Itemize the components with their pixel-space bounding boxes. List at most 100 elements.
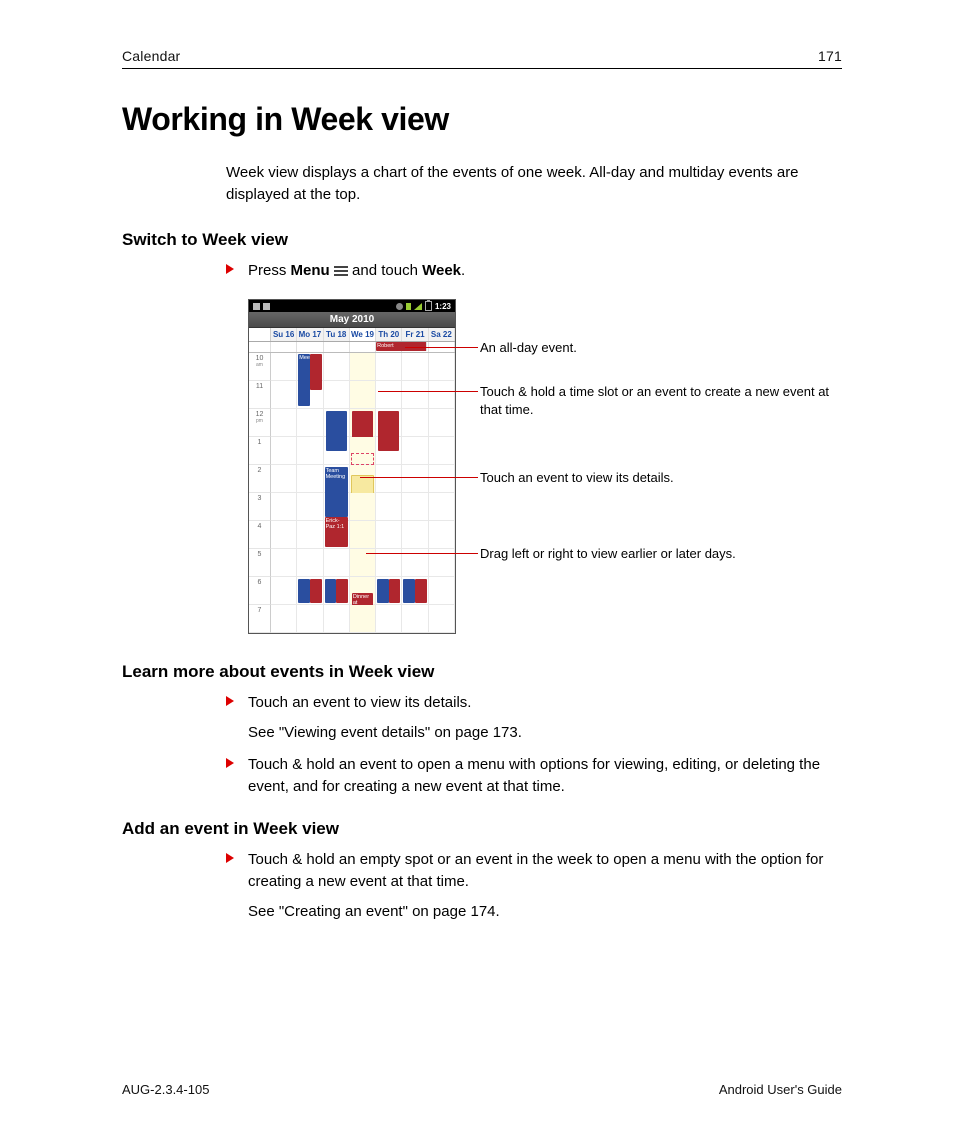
day-headers: Su 16 Mo 17 Tu 18 We 19 Th 20 Fr 21 Sa 2… (249, 328, 455, 342)
day-cell[interactable] (297, 549, 323, 577)
day-head: Fr 21 (402, 328, 428, 341)
day-cell[interactable] (271, 605, 297, 633)
day-cell[interactable] (376, 409, 402, 437)
day-cell[interactable] (429, 493, 455, 521)
day-cell[interactable]: Dinner at Caroly (350, 577, 376, 605)
day-cell[interactable] (402, 605, 428, 633)
t: and touch (348, 262, 422, 279)
day-cell[interactable] (324, 577, 350, 605)
page-footer: AUG-2.3.4-105 Android User's Guide (122, 1082, 842, 1097)
day-cell[interactable] (324, 437, 350, 465)
day-cell[interactable] (429, 409, 455, 437)
day-cell[interactable] (324, 549, 350, 577)
page-header: Calendar 171 (122, 48, 842, 64)
day-cell[interactable] (350, 465, 376, 493)
day-cell[interactable] (350, 353, 376, 381)
bullet-triangle-icon (226, 692, 248, 744)
day-cell[interactable] (402, 577, 428, 605)
day-cell[interactable] (376, 521, 402, 549)
day-cell[interactable] (376, 465, 402, 493)
day-cell[interactable] (297, 605, 323, 633)
day-cell[interactable] (324, 381, 350, 409)
day-cell[interactable] (271, 353, 297, 381)
bullet-text: Touch & hold an empty spot or an event i… (248, 851, 823, 890)
day-cell[interactable] (402, 465, 428, 493)
day-cell[interactable] (429, 437, 455, 465)
intro-paragraph: Week view displays a chart of the events… (226, 162, 842, 206)
phone-grid[interactable]: 10amMeeting1112pm12Team Meeting3Erick-Pa… (249, 353, 455, 633)
learn-bullet-2: Touch & hold an event to open a menu wit… (226, 754, 842, 798)
day-cell[interactable] (429, 605, 455, 633)
gps-icon (396, 303, 403, 310)
day-cell[interactable] (350, 437, 376, 465)
day-cell[interactable]: Meeting (297, 353, 323, 381)
day-cell[interactable] (297, 493, 323, 521)
day-cell[interactable] (376, 577, 402, 605)
day-cell[interactable] (271, 465, 297, 493)
bars-icon (406, 303, 411, 310)
callout-line (360, 477, 478, 478)
day-cell[interactable] (297, 577, 323, 605)
selected-slot[interactable] (351, 453, 374, 465)
phone-mock: 1:23 May 2010 Su 16 Mo 17 Tu 18 We 19 Th… (248, 299, 456, 634)
day-cell[interactable] (376, 493, 402, 521)
day-cell[interactable] (271, 381, 297, 409)
event-block[interactable] (377, 579, 388, 603)
day-cell[interactable] (324, 409, 350, 437)
day-cell[interactable] (402, 437, 428, 465)
day-cell[interactable] (402, 493, 428, 521)
day-cell[interactable] (429, 381, 455, 409)
day-cell[interactable] (271, 521, 297, 549)
day-cell[interactable] (350, 493, 376, 521)
bullet-sub: See "Creating an event" on page 174. (248, 901, 842, 923)
status-icon (253, 303, 260, 310)
day-cell[interactable] (402, 409, 428, 437)
day-cell[interactable] (324, 605, 350, 633)
callout-line (405, 347, 478, 348)
day-cell[interactable] (271, 493, 297, 521)
day-cell[interactable] (271, 549, 297, 577)
day-head: Mo 17 (297, 328, 323, 341)
day-cell[interactable] (429, 465, 455, 493)
day-cell[interactable] (350, 409, 376, 437)
day-cell[interactable] (402, 521, 428, 549)
day-cell[interactable] (376, 353, 402, 381)
day-cell[interactable] (297, 381, 323, 409)
day-cell[interactable] (297, 437, 323, 465)
day-cell[interactable] (350, 381, 376, 409)
day-cell[interactable] (271, 437, 297, 465)
day-cell[interactable] (376, 381, 402, 409)
time-label: 12pm (249, 409, 271, 437)
day-cell[interactable] (297, 465, 323, 493)
day-cell[interactable] (297, 521, 323, 549)
event-block[interactable] (403, 579, 414, 603)
day-cell[interactable] (376, 605, 402, 633)
day-cell[interactable] (429, 521, 455, 549)
day-cell[interactable] (429, 577, 455, 605)
signal-icon (414, 303, 422, 310)
day-cell[interactable] (271, 409, 297, 437)
event-block[interactable] (336, 579, 347, 603)
day-head: Su 16 (271, 328, 297, 341)
day-cell[interactable] (271, 577, 297, 605)
event-block[interactable] (415, 579, 426, 603)
event-block[interactable] (298, 579, 309, 603)
event-block[interactable] (310, 579, 321, 603)
day-cell[interactable] (350, 521, 376, 549)
status-time: 1:23 (435, 302, 451, 311)
day-cell[interactable] (297, 409, 323, 437)
day-cell[interactable] (376, 437, 402, 465)
day-cell[interactable] (324, 353, 350, 381)
event-block[interactable] (325, 579, 336, 603)
day-cell[interactable] (402, 353, 428, 381)
callout-allday: An all-day event. (480, 339, 842, 357)
day-cell[interactable] (429, 353, 455, 381)
day-cell[interactable]: Erick-Paz 1:1 (324, 493, 350, 521)
callout-line (366, 553, 478, 554)
day-cell[interactable] (350, 605, 376, 633)
day-cell[interactable] (324, 521, 350, 549)
event-block[interactable] (389, 579, 400, 603)
day-cell[interactable]: Team Meeting (324, 465, 350, 493)
time-label: 11 (249, 381, 271, 409)
day-cell[interactable] (402, 381, 428, 409)
